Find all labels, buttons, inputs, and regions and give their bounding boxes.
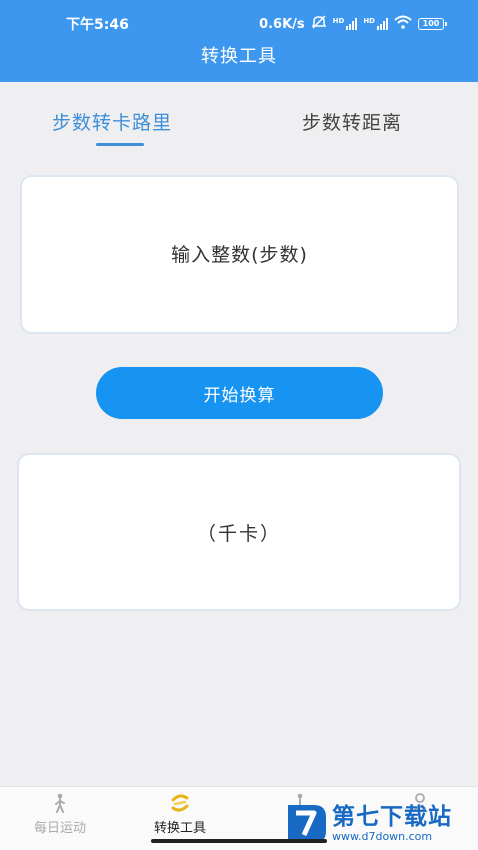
- status-icons: 0.6K/s HD HD 100: [259, 15, 447, 33]
- tab-steps-to-distance[interactable]: 步数转距离: [302, 108, 402, 135]
- result-card: （千卡）: [17, 453, 461, 611]
- active-tab-indicator: [96, 143, 144, 146]
- walking-person-icon: [50, 793, 70, 813]
- hd-badge: HD: [363, 17, 375, 25]
- nav-label: 每日运动: [33, 821, 86, 836]
- hd-badge: HD: [332, 17, 345, 25]
- network-speed: 0.6K/s: [259, 16, 305, 32]
- result-text: （千卡）: [196, 522, 281, 545]
- battery-icon: 100: [418, 18, 447, 30]
- status-time: 下午5:46: [66, 17, 129, 33]
- start-calculate-button[interactable]: 开始换算: [96, 367, 383, 419]
- nav-item-daily-exercise[interactable]: 每日运动: [10, 793, 110, 843]
- steps-input-card: [20, 175, 459, 334]
- signal-icon: HD: [333, 18, 358, 30]
- nav-label: 转换工具: [153, 821, 206, 836]
- home-indicator[interactable]: [151, 839, 327, 843]
- nav-item-convert-tool[interactable]: 转换工具: [130, 793, 230, 843]
- wifi-icon: [394, 15, 412, 33]
- page-title: 转换工具: [201, 46, 277, 67]
- status-bar: 下午5:46 0.6K/s HD HD 100: [0, 12, 478, 36]
- watermark-url: www.d7down.com: [332, 829, 433, 843]
- convert-tool-icon: [170, 793, 190, 813]
- steps-input[interactable]: [22, 177, 457, 332]
- watermark-name: 第七下载站: [332, 803, 452, 830]
- app-header: 下午5:46 0.6K/s HD HD 100 转换工具: [0, 0, 478, 82]
- tab-bar: 步数转卡路里 步数转距离: [0, 100, 478, 150]
- watermark-text: 第七下载站 www.d7down.com: [332, 804, 452, 844]
- tab-steps-to-calories[interactable]: 步数转卡路里: [52, 108, 172, 135]
- signal-icon: HD: [363, 18, 388, 30]
- mute-icon: [311, 15, 327, 33]
